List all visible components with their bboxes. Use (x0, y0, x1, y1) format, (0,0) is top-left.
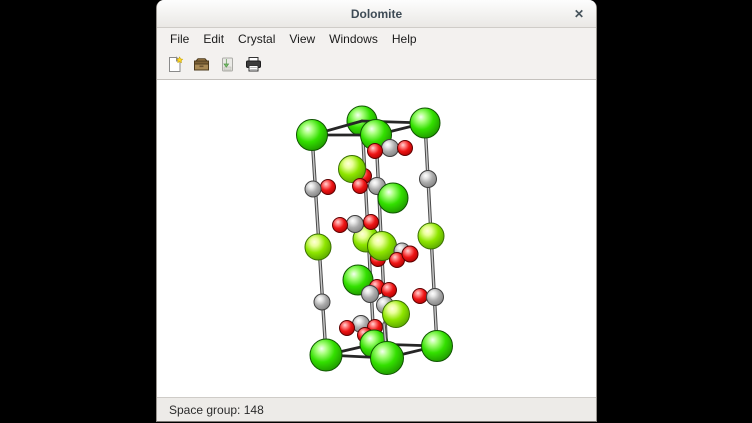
atom-o (340, 321, 355, 336)
space-group-label: Space group: 148 (169, 403, 264, 417)
atom-mg (418, 223, 444, 249)
atom-c (314, 294, 330, 310)
atom-c (382, 140, 399, 157)
atom-c (347, 216, 364, 233)
structure-canvas[interactable] (157, 80, 596, 397)
import-icon[interactable] (218, 56, 236, 74)
window-title: Dolomite (351, 7, 402, 21)
titlebar[interactable]: Dolomite ✕ (157, 0, 596, 28)
atom-o (364, 215, 379, 230)
menu-view[interactable]: View (282, 29, 322, 49)
menu-file[interactable]: File (163, 29, 196, 49)
new-file-icon[interactable] (166, 56, 184, 74)
menu-edit[interactable]: Edit (196, 29, 231, 49)
statusbar: Space group: 148 (157, 397, 596, 421)
menu-help[interactable]: Help (385, 29, 424, 49)
atom-ca (310, 339, 342, 371)
atom-o (333, 218, 348, 233)
atom-ca (410, 108, 440, 138)
open-file-icon[interactable] (192, 56, 210, 74)
crystal-structure (157, 80, 596, 397)
menu-windows[interactable]: Windows (322, 29, 385, 49)
atom-ca (378, 183, 408, 213)
atom-mg (305, 234, 331, 260)
atom-o (398, 141, 413, 156)
atom-o (402, 246, 418, 262)
close-icon[interactable]: ✕ (574, 0, 584, 27)
atom-o (353, 179, 368, 194)
menu-crystal[interactable]: Crystal (231, 29, 282, 49)
atom-mg (383, 301, 410, 328)
atom-ca (297, 120, 328, 151)
print-icon[interactable] (244, 56, 262, 74)
toolbar (157, 50, 596, 80)
app-window: Dolomite ✕ File Edit Crystal View Window… (156, 0, 597, 422)
atom-o (413, 289, 428, 304)
atom-ca (371, 342, 404, 375)
atom-c (362, 286, 379, 303)
atom-c (427, 289, 444, 306)
atom-c (420, 171, 437, 188)
atom-o (321, 180, 336, 195)
atom-o (382, 283, 397, 298)
atom-o (368, 144, 383, 159)
atom-c (305, 181, 321, 197)
menubar: File Edit Crystal View Windows Help (157, 28, 596, 50)
atom-ca (422, 331, 453, 362)
